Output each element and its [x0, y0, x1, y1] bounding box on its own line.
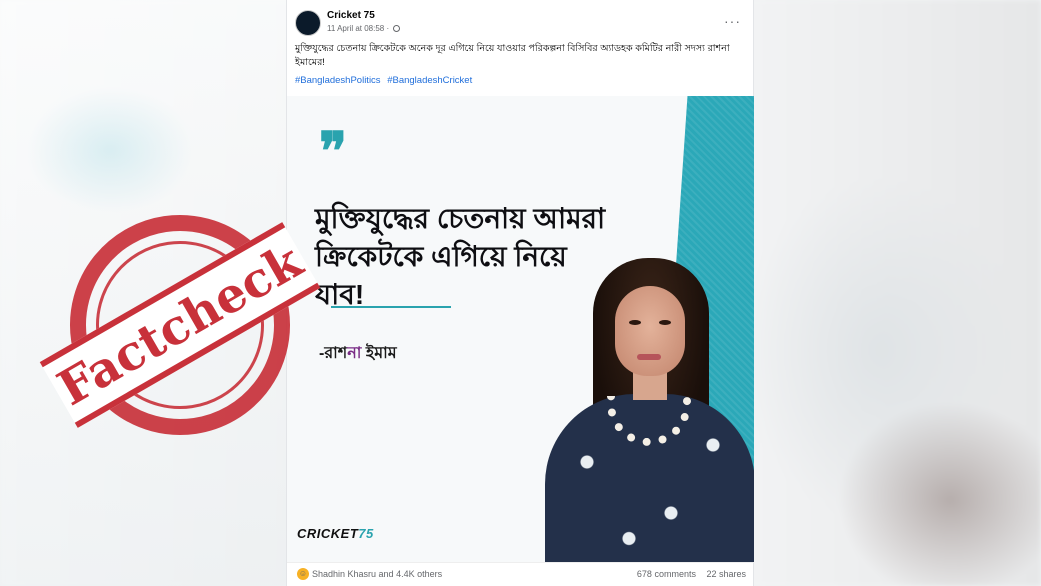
haha-reaction-icon[interactable]: ☺ [297, 568, 309, 580]
page-name[interactable]: Cricket 75 [327, 10, 375, 21]
post-meta: 11 April at 08:58 · [327, 24, 401, 33]
more-options-icon[interactable]: ··· [724, 14, 741, 28]
person-lips [637, 354, 661, 360]
globe-icon [393, 25, 401, 32]
brand-logo-text: CRICKET [297, 526, 359, 541]
shares-count[interactable]: 22 shares [706, 569, 746, 579]
brand-logo: CRICKET75 [297, 526, 374, 541]
comments-count[interactable]: 678 comments [637, 569, 696, 579]
page-avatar[interactable] [295, 10, 321, 36]
hashtag-link[interactable]: #BangladeshPolitics [295, 75, 381, 86]
post-header: Cricket 75 11 April at 08:58 · ··· [295, 8, 747, 38]
hashtag-link[interactable]: #BangladeshCricket [387, 75, 472, 86]
quote-icon: ❞ [319, 121, 347, 182]
person-photo [515, 258, 754, 562]
person-face [615, 286, 685, 376]
reactions-summary[interactable]: Shadhin Khasru and 4.4K others [312, 569, 442, 579]
brand-logo-number: 75 [358, 526, 374, 541]
engagement-counts: 678 comments 22 shares [629, 569, 746, 579]
person-eye [629, 320, 641, 325]
hashtags: #BangladeshPolitics #BangladeshCricket [295, 75, 476, 86]
post-footer: ☺ Shadhin Khasru and 4.4K others 678 com… [287, 562, 754, 586]
post-image[interactable]: ❞ মুক্তিযুদ্ধের চেতনায় আমরা ক্রিকেটকে এ… [287, 96, 754, 562]
quote-line: মুক্তিযুদ্ধের চেতনায় আমরা [315, 203, 606, 234]
attribution-suffix: ইমাম [361, 345, 397, 362]
facebook-post: Cricket 75 11 April at 08:58 · ··· মুক্ত… [286, 0, 754, 586]
post-timestamp[interactable]: 11 April at 08:58 · [327, 24, 389, 33]
quote-divider [331, 306, 451, 308]
post-caption: মুক্তিযুদ্ধের চেতনায় ক্রিকেটকে অনেক দূর… [295, 43, 730, 68]
person-eye [659, 320, 671, 325]
